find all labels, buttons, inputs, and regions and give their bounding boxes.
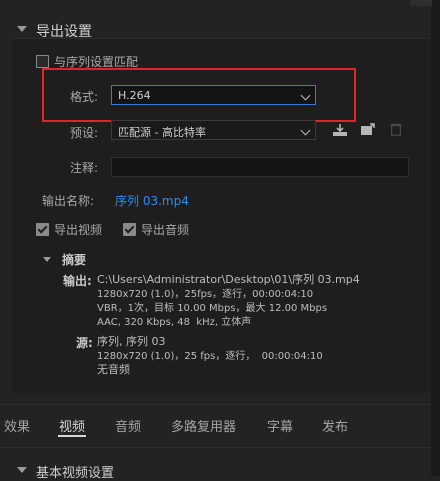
delete-preset-icon[interactable]	[388, 122, 404, 136]
tab-video-underline	[58, 435, 86, 437]
comment-field[interactable]	[111, 157, 409, 177]
scrollbar-track[interactable]	[431, 0, 440, 476]
comment-label: 注释:	[70, 161, 99, 175]
import-preset-icon[interactable]	[360, 123, 376, 137]
tab-effects[interactable]: 效果	[4, 416, 30, 435]
summary-title: 摘要	[62, 253, 87, 267]
tab-publish[interactable]: 发布	[322, 416, 348, 435]
tab-audio[interactable]: 音频	[115, 416, 141, 435]
chevron-down-icon	[300, 125, 311, 136]
export-video-label: 导出视频	[54, 223, 103, 237]
chevron-down-icon[interactable]	[43, 257, 51, 262]
output-name-link[interactable]: 序列 03.mp4	[115, 192, 189, 209]
export-video-checkbox[interactable]	[36, 223, 49, 236]
summary-source-line-1: 序列, 序列 03	[97, 335, 166, 348]
match-sequence-checkbox[interactable]	[36, 55, 49, 68]
basic-video-settings-title: 基本视频设置	[36, 466, 115, 481]
summary-output-line-1: C:\Users\Administrator\Desktop\01\序列 03.…	[97, 273, 360, 286]
output-name-label: 输出名称:	[42, 194, 95, 208]
summary-output-line-4: AAC, 320 Kbps, 48 kHz, 立体声	[97, 317, 252, 328]
tab-video[interactable]: 视频	[59, 416, 85, 435]
tab-captions[interactable]: 字幕	[267, 416, 293, 435]
export-settings-header[interactable]: 导出设置	[0, 0, 440, 40]
summary-source-line-3: 无音频	[97, 363, 130, 376]
preset-label: 预设:	[70, 126, 99, 140]
export-audio-label: 导出音频	[141, 223, 190, 237]
summary-source-line-2: 1280x720 (1.0)，25 fps，逐行， 00:00:04:10	[97, 351, 323, 362]
summary-output-line-2: 1280x720 (1.0)，25fps，逐行，00:00:04:10	[97, 289, 314, 300]
highlight-box	[42, 68, 356, 122]
preset-select[interactable]: 匹配源 - 高比特率	[111, 120, 316, 140]
summary-output-line-3: VBR，1次，目标 10.00 Mbps，最大 12.00 Mbps	[97, 303, 328, 314]
chevron-down-icon[interactable]	[17, 26, 27, 32]
bottom-divider	[0, 447, 431, 448]
chevron-down-icon[interactable]	[17, 467, 27, 473]
summary-source-key: 源:	[76, 336, 93, 350]
export-audio-checkbox[interactable]	[123, 223, 136, 236]
preset-value: 匹配源 - 高比特率	[118, 126, 206, 139]
top-divider	[410, 0, 432, 6]
save-preset-icon[interactable]	[332, 123, 348, 137]
summary-output-key: 输出:	[63, 274, 92, 288]
tab-multiplexer[interactable]: 多路复用器	[171, 416, 236, 435]
